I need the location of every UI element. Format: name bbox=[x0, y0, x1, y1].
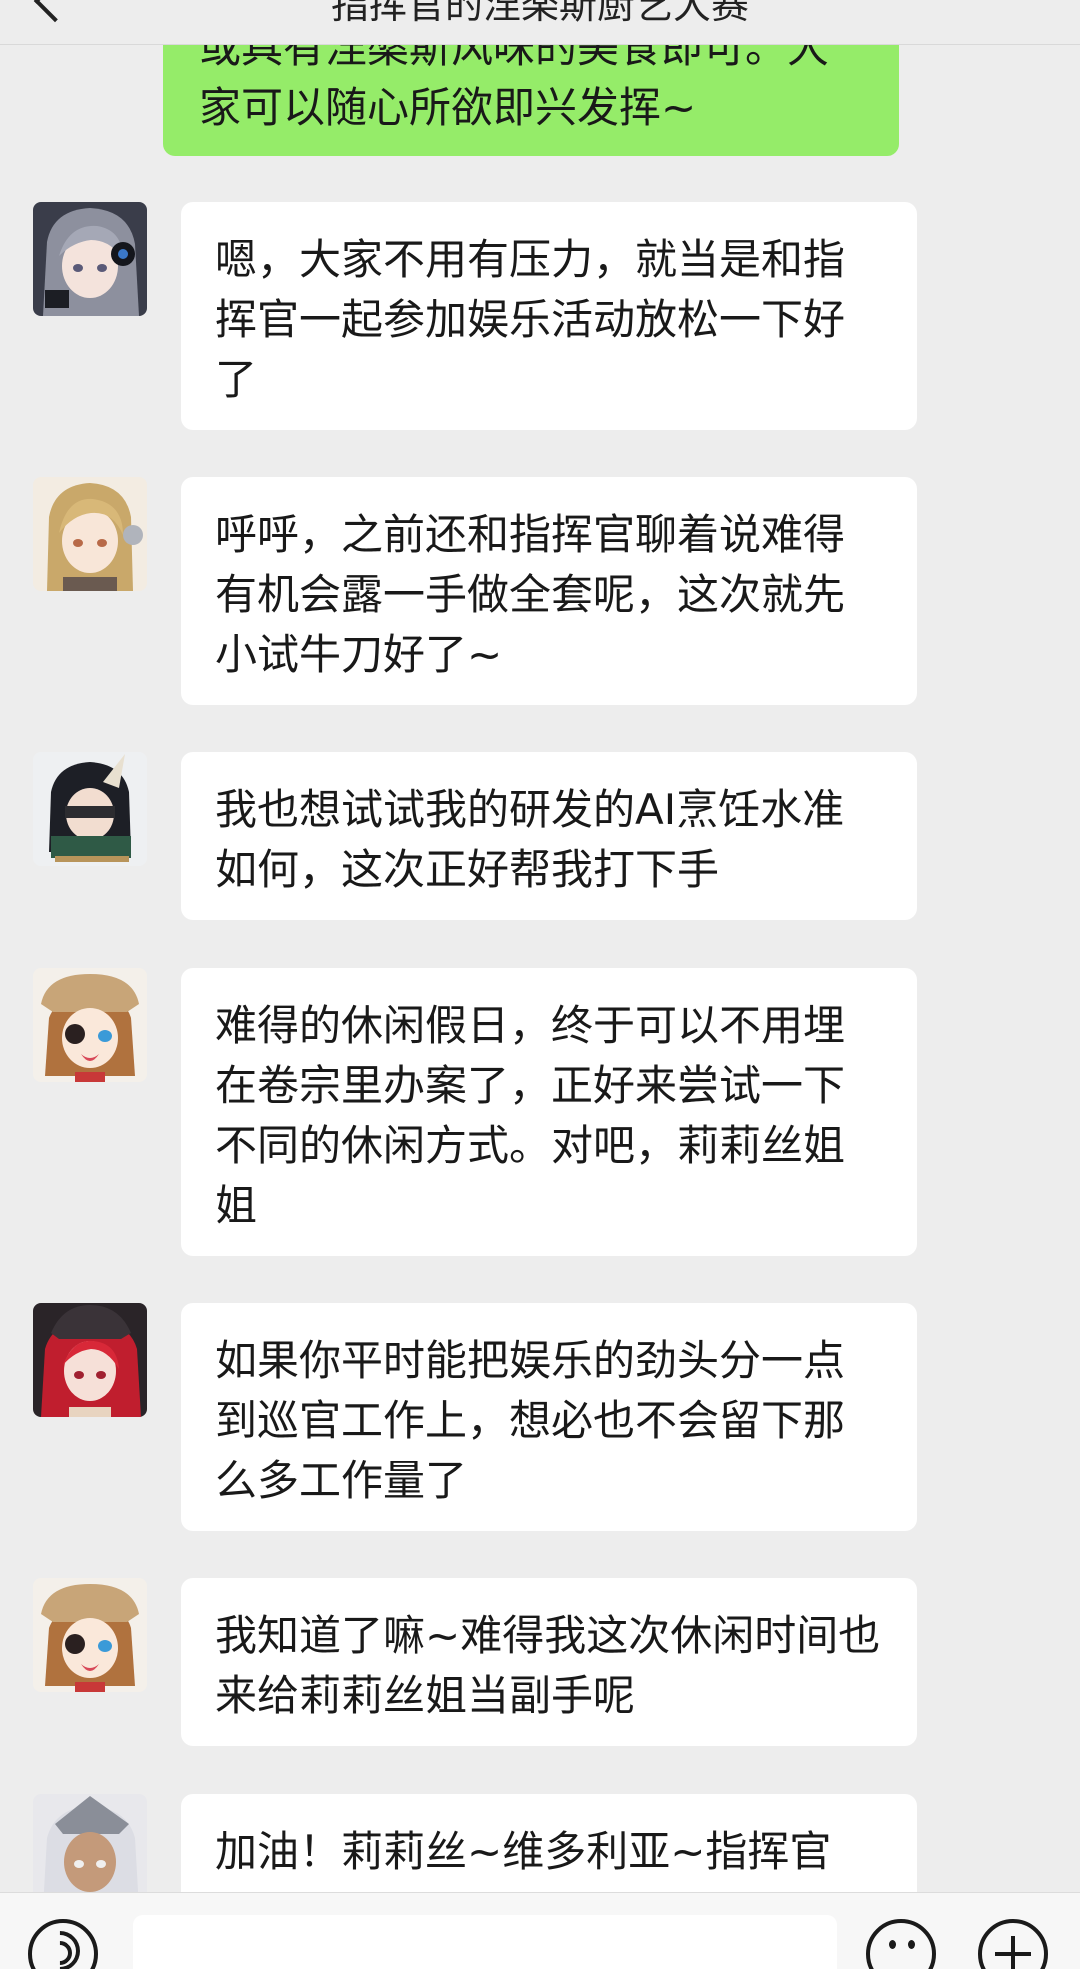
message-bubble[interactable]: 嗯，大家不用有压力，就当是和指挥官一起参加娱乐活动放松一下好了 bbox=[181, 202, 917, 430]
avatar[interactable] bbox=[33, 968, 147, 1082]
message-input[interactable] bbox=[133, 1915, 837, 1969]
chat-area[interactable]: 或具有涅槃斯风味的美食即可。大家可以随心所欲即兴发挥~ 嗯，大家不用有压力，就当… bbox=[0, 0, 1080, 1892]
message-bubble[interactable]: 加油！莉莉丝~维多利亚~指挥官 bbox=[181, 1794, 917, 1892]
avatar[interactable] bbox=[33, 477, 147, 591]
avatar[interactable] bbox=[33, 1794, 147, 1892]
emoji-eye-right bbox=[908, 1940, 915, 1949]
message-text: 如果你平时能把娱乐的劲头分一点到巡官工作上，想必也不会留下那么多工作量了 bbox=[215, 1336, 846, 1505]
avatar[interactable] bbox=[33, 752, 147, 866]
avatar[interactable] bbox=[33, 1303, 147, 1417]
plus-icon[interactable] bbox=[978, 1919, 1048, 1969]
message-bubble[interactable]: 如果你平时能把娱乐的劲头分一点到巡官工作上，想必也不会留下那么多工作量了 bbox=[181, 1303, 917, 1531]
message-text: 我知道了嘛~难得我这次休闲时间也来给莉莉丝姐当副手呢 bbox=[215, 1611, 881, 1720]
message-text: 呼呼，之前还和指挥官聊着说难得有机会露一手做全套呢，这次就先小试牛刀好了~ bbox=[215, 510, 846, 679]
message-bubble[interactable]: 我也想试试我的研发的AI烹饪水准如何，这次正好帮我打下手 bbox=[181, 752, 917, 920]
voice-wave-large bbox=[31, 1922, 89, 1969]
plus-horizontal-stroke bbox=[995, 1952, 1031, 1956]
input-bar bbox=[0, 1892, 1080, 1969]
message-bubble[interactable]: 呼呼，之前还和指挥官聊着说难得有机会露一手做全套呢，这次就先小试牛刀好了~ bbox=[181, 477, 917, 705]
title-bar: 指挥官的涅楽斯厨艺大赛 bbox=[0, 0, 1080, 45]
message-text: 加油！莉莉丝~维多利亚~指挥官 bbox=[215, 1827, 832, 1876]
emoji-eye-left bbox=[889, 1940, 896, 1949]
chat-title: 指挥官的涅楽斯厨艺大赛 bbox=[330, 0, 749, 27]
message-text: 我也想试试我的研发的AI烹饪水准如何，这次正好帮我打下手 bbox=[215, 785, 845, 894]
avatar[interactable] bbox=[33, 1578, 147, 1692]
message-text: 难得的休闲假日，终于可以不用埋在卷宗里办案了，正好来尝试一下不同的休闲方式。对吧… bbox=[215, 1001, 846, 1230]
avatar[interactable] bbox=[33, 202, 147, 316]
message-bubble[interactable]: 难得的休闲假日，终于可以不用埋在卷宗里办案了，正好来尝试一下不同的休闲方式。对吧… bbox=[181, 968, 917, 1256]
message-bubble[interactable]: 我知道了嘛~难得我这次休闲时间也来给莉莉丝姐当副手呢 bbox=[181, 1578, 917, 1746]
emoji-icon[interactable] bbox=[866, 1919, 936, 1969]
message-text: 嗯，大家不用有压力，就当是和指挥官一起参加娱乐活动放松一下好了 bbox=[215, 235, 846, 404]
voice-input-icon[interactable] bbox=[28, 1919, 98, 1969]
